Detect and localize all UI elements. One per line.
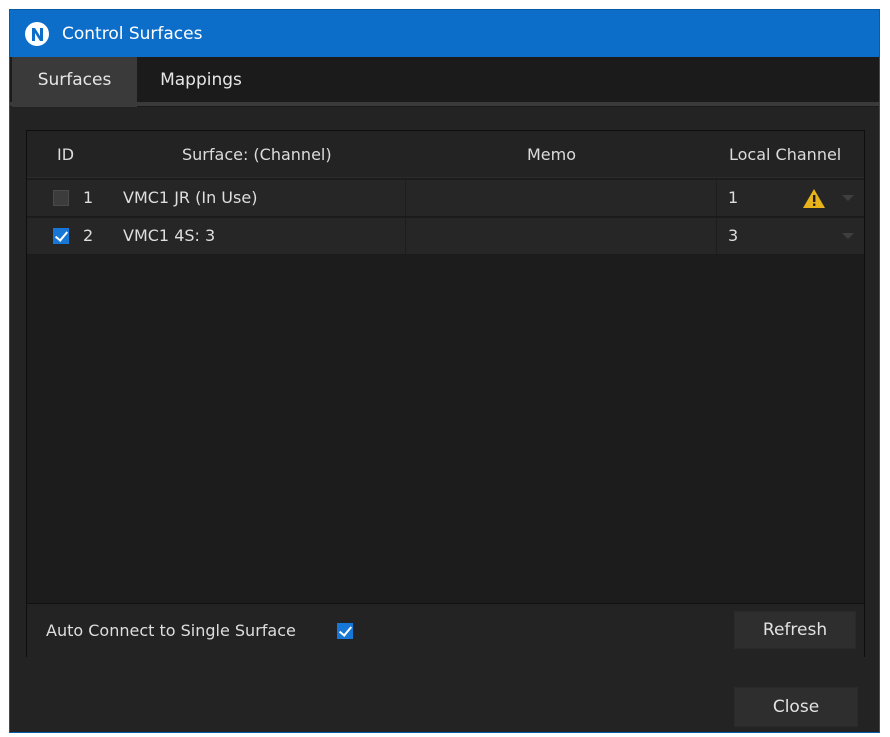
auto-connect-label: Auto Connect to Single Surface bbox=[46, 621, 296, 640]
warning-icon bbox=[803, 189, 825, 208]
row-memo-field[interactable] bbox=[405, 218, 717, 254]
tab-bar: Surfaces Mappings bbox=[10, 57, 879, 107]
tab-divider bbox=[10, 102, 879, 106]
table-header: ID Surface: (Channel) Memo Local Channel bbox=[27, 131, 864, 178]
title-bar[interactable]: Control Surfaces bbox=[10, 10, 879, 57]
control-surfaces-window: Control Surfaces Surfaces Mappings ID Su… bbox=[9, 9, 880, 733]
close-button[interactable]: Close bbox=[734, 687, 858, 727]
column-header-local-channel[interactable]: Local Channel bbox=[729, 145, 841, 164]
chevron-down-icon[interactable] bbox=[842, 233, 854, 239]
row-surface: VMC1 4S: 3 bbox=[123, 226, 216, 245]
column-header-id[interactable]: ID bbox=[57, 145, 74, 164]
table-row[interactable]: 1 VMC1 JR (In Use) 1 bbox=[27, 180, 864, 217]
panel-footer: Auto Connect to Single Surface Refresh bbox=[27, 603, 864, 657]
row-id: 2 bbox=[83, 226, 94, 245]
surfaces-panel: ID Surface: (Channel) Memo Local Channel… bbox=[26, 130, 865, 657]
row-memo-field[interactable] bbox=[405, 180, 717, 216]
row-surface: VMC1 JR (In Use) bbox=[123, 188, 258, 207]
refresh-button[interactable]: Refresh bbox=[734, 611, 856, 649]
column-header-surface[interactable]: Surface: (Channel) bbox=[182, 145, 332, 164]
chevron-down-icon[interactable] bbox=[842, 195, 854, 201]
table-row[interactable]: 2 VMC1 4S: 3 3 bbox=[27, 218, 864, 255]
app-logo-icon bbox=[25, 21, 49, 46]
row-enable-checkbox[interactable] bbox=[53, 228, 69, 244]
local-channel-dropdown[interactable]: 3 bbox=[728, 218, 863, 254]
auto-connect-checkbox[interactable] bbox=[337, 623, 353, 639]
row-id: 1 bbox=[83, 188, 94, 207]
tab-mappings[interactable]: Mappings bbox=[140, 57, 262, 107]
window-title: Control Surfaces bbox=[62, 23, 203, 44]
local-channel-dropdown[interactable]: 1 bbox=[728, 180, 863, 216]
tab-surfaces[interactable]: Surfaces bbox=[12, 57, 137, 107]
local-channel-value: 1 bbox=[728, 188, 739, 207]
row-enable-checkbox[interactable] bbox=[53, 190, 69, 206]
local-channel-value: 3 bbox=[728, 226, 739, 245]
column-header-memo[interactable]: Memo bbox=[527, 145, 576, 164]
